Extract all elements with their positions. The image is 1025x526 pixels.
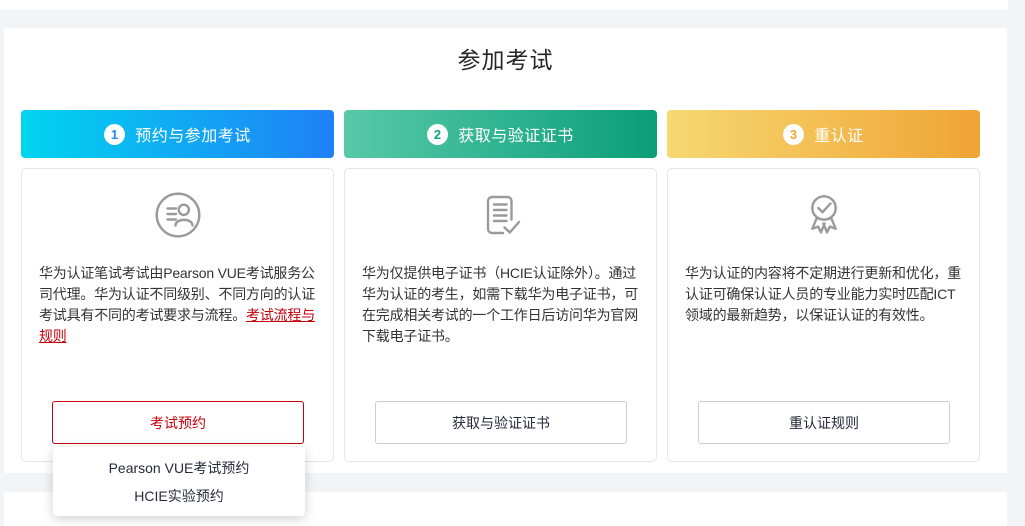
medal-check-icon (810, 195, 837, 234)
card-description: 华为仅提供电子证书（HCIE认证除外）。通过华为认证的考生，如需下载华为电子证书… (362, 263, 644, 347)
document-check-icon (486, 195, 520, 235)
step-column-booking: 1 预约与参加考试 华为认证笔试考试由Pearson VUE考试服务公司代理。华… (21, 110, 334, 462)
step-header-booking: 1 预约与参加考试 (21, 110, 334, 158)
booking-card: 华为认证笔试考试由Pearson VUE考试服务公司代理。华为认证不同级别、不同… (21, 168, 334, 462)
card-description: 华为认证笔试考试由Pearson VUE考试服务公司代理。华为认证不同级别、不同… (39, 263, 321, 347)
get-verify-certificate-button[interactable]: 获取与验证证书 (375, 401, 627, 444)
step-header-label: 获取与验证证书 (458, 128, 574, 145)
step-number-badge: 2 (427, 123, 449, 145)
take-exam-section: 参加考试 1 预约与参加考试 华为认证笔试考试由Pearson VUE考试服务公… (4, 28, 1007, 473)
step-number-badge: 3 (783, 123, 805, 145)
step-column-recertification: 3 重认证 华为认证的内容将不定期进行更新和优化，重认证可确保认证人员的专业能力… (667, 110, 980, 462)
certificate-card: 华为仅提供电子证书（HCIE认证除外）。通过华为认证的考生，如需下载华为电子证书… (344, 168, 657, 462)
step-header-label: 重认证 (814, 128, 864, 145)
step-number-badge: 1 (104, 123, 126, 145)
step-header-recertification: 3 重认证 (667, 110, 980, 158)
dropdown-item-pearson-vue[interactable]: Pearson VUE考试预约 (53, 454, 305, 482)
step-header-certificate: 2 获取与验证证书 (344, 110, 657, 158)
card-description-text: 华为仅提供电子证书（HCIE认证除外）。通过华为认证的考生，如需下载华为电子证书… (362, 265, 638, 344)
card-description-text: 华为认证的内容将不定期进行更新和优化，重认证可确保认证人员的专业能力实时匹配IC… (685, 265, 961, 323)
contact-profile-icon (155, 192, 200, 238)
step-column-certificate: 2 获取与验证证书 华为仅提供电子证书（HCIE认证除外）。通过华为认证的考生，… (344, 110, 657, 462)
exam-booking-dropdown: Pearson VUE考试预约 HCIE实验预约 (53, 447, 305, 516)
previous-section-remnant (0, 0, 1008, 10)
step-header-label: 预约与参加考试 (135, 128, 251, 145)
section-title: 参加考试 (457, 47, 554, 73)
recertification-card: 华为认证的内容将不定期进行更新和优化，重认证可确保认证人员的专业能力实时匹配IC… (667, 168, 980, 462)
card-description: 华为认证的内容将不定期进行更新和优化，重认证可确保认证人员的专业能力实时匹配IC… (685, 263, 967, 326)
recertification-rules-button[interactable]: 重认证规则 (698, 401, 950, 444)
dropdown-item-hcie-lab[interactable]: HCIE实验预约 (53, 482, 305, 510)
exam-booking-button[interactable]: 考试预约 (52, 401, 304, 444)
